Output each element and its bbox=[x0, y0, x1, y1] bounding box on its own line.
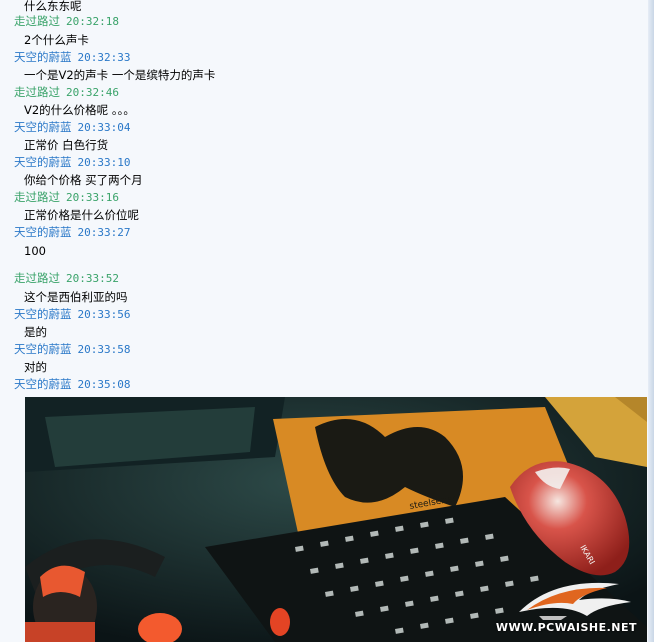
sender-name: 天空的蔚蓝 bbox=[14, 307, 72, 321]
sender-name: 天空的蔚蓝 bbox=[14, 50, 72, 64]
message-header: 走过路过 20:32:46 bbox=[14, 84, 119, 101]
sender-name: 走过路过 bbox=[14, 14, 60, 28]
message-text: 100 bbox=[24, 244, 46, 258]
message-time: 20:33:56 bbox=[77, 308, 131, 321]
sender-name: 走过路过 bbox=[14, 190, 60, 204]
message-text: 是的 bbox=[24, 325, 47, 339]
sender-name: 走过路过 bbox=[14, 271, 60, 285]
eagle-icon bbox=[519, 582, 631, 620]
message-header: 走过路过 20:33:52 bbox=[14, 270, 119, 287]
message-header: 天空的蔚蓝 20:33:58 bbox=[14, 341, 130, 358]
message-text: 对的 bbox=[24, 360, 47, 374]
chat-history: 什么东东呢 走过路过 20:32:18 2个什么声卡 天空的蔚蓝 20:32:33 … bbox=[0, 0, 654, 642]
message-time: 20:35:08 bbox=[77, 378, 131, 391]
message-header: 天空的蔚蓝 20:35:08 bbox=[14, 376, 130, 393]
message-time: 20:32:18 bbox=[66, 15, 119, 28]
message-time: 20:33:16 bbox=[66, 191, 119, 204]
message-text: 正常价格是什么价位呢 bbox=[24, 208, 139, 222]
message-text: 你给个价格 买了两个月 bbox=[24, 173, 143, 187]
message-text: V2的什么价格呢 。。。 bbox=[24, 103, 135, 117]
sender-name: 走过路过 bbox=[14, 85, 60, 99]
watermark-logo: WWW.PCWAISHE.NET bbox=[496, 572, 639, 634]
message-text: 什么东东呢 bbox=[24, 0, 82, 13]
message-time: 20:32:33 bbox=[77, 51, 131, 64]
sender-name: 天空的蔚蓝 bbox=[14, 225, 72, 239]
message-header: 天空的蔚蓝 20:33:10 bbox=[14, 154, 130, 171]
message-time: 20:32:46 bbox=[66, 86, 119, 99]
sender-name: 天空的蔚蓝 bbox=[14, 120, 72, 134]
message-time: 20:33:27 bbox=[77, 226, 131, 239]
message-time: 20:33:10 bbox=[77, 156, 131, 169]
sender-name: 天空的蔚蓝 bbox=[14, 342, 72, 356]
message-header: 天空的蔚蓝 20:33:27 bbox=[14, 224, 130, 241]
message-time: 20:33:58 bbox=[77, 343, 131, 356]
message-header: 天空的蔚蓝 20:32:33 bbox=[14, 49, 130, 66]
message-header: 走过路过 20:33:16 bbox=[14, 189, 119, 206]
message-header: 天空的蔚蓝 20:33:04 bbox=[14, 119, 130, 136]
message-header: 天空的蔚蓝 20:33:56 bbox=[14, 306, 130, 323]
attached-photo[interactable]: steelseries IKARI WWW.PCWAISHE.NET bbox=[25, 397, 647, 642]
message-header: 走过路过 20:32:18 bbox=[14, 13, 119, 30]
sender-name: 天空的蔚蓝 bbox=[14, 155, 72, 169]
message-text: 2个什么声卡 bbox=[24, 33, 89, 47]
message-text: 正常价 白色行货 bbox=[24, 138, 109, 152]
message-time: 20:33:04 bbox=[77, 121, 131, 134]
sender-name: 天空的蔚蓝 bbox=[14, 377, 72, 391]
message-text: 这个是西伯利亚的吗 bbox=[24, 290, 128, 304]
message-time: 20:33:52 bbox=[66, 272, 119, 285]
message-text: 一个是V2的声卡 一个是缤特力的声卡 bbox=[24, 68, 216, 82]
window-border bbox=[648, 0, 654, 642]
watermark-text: WWW.PCWAISHE.NET bbox=[495, 621, 637, 634]
